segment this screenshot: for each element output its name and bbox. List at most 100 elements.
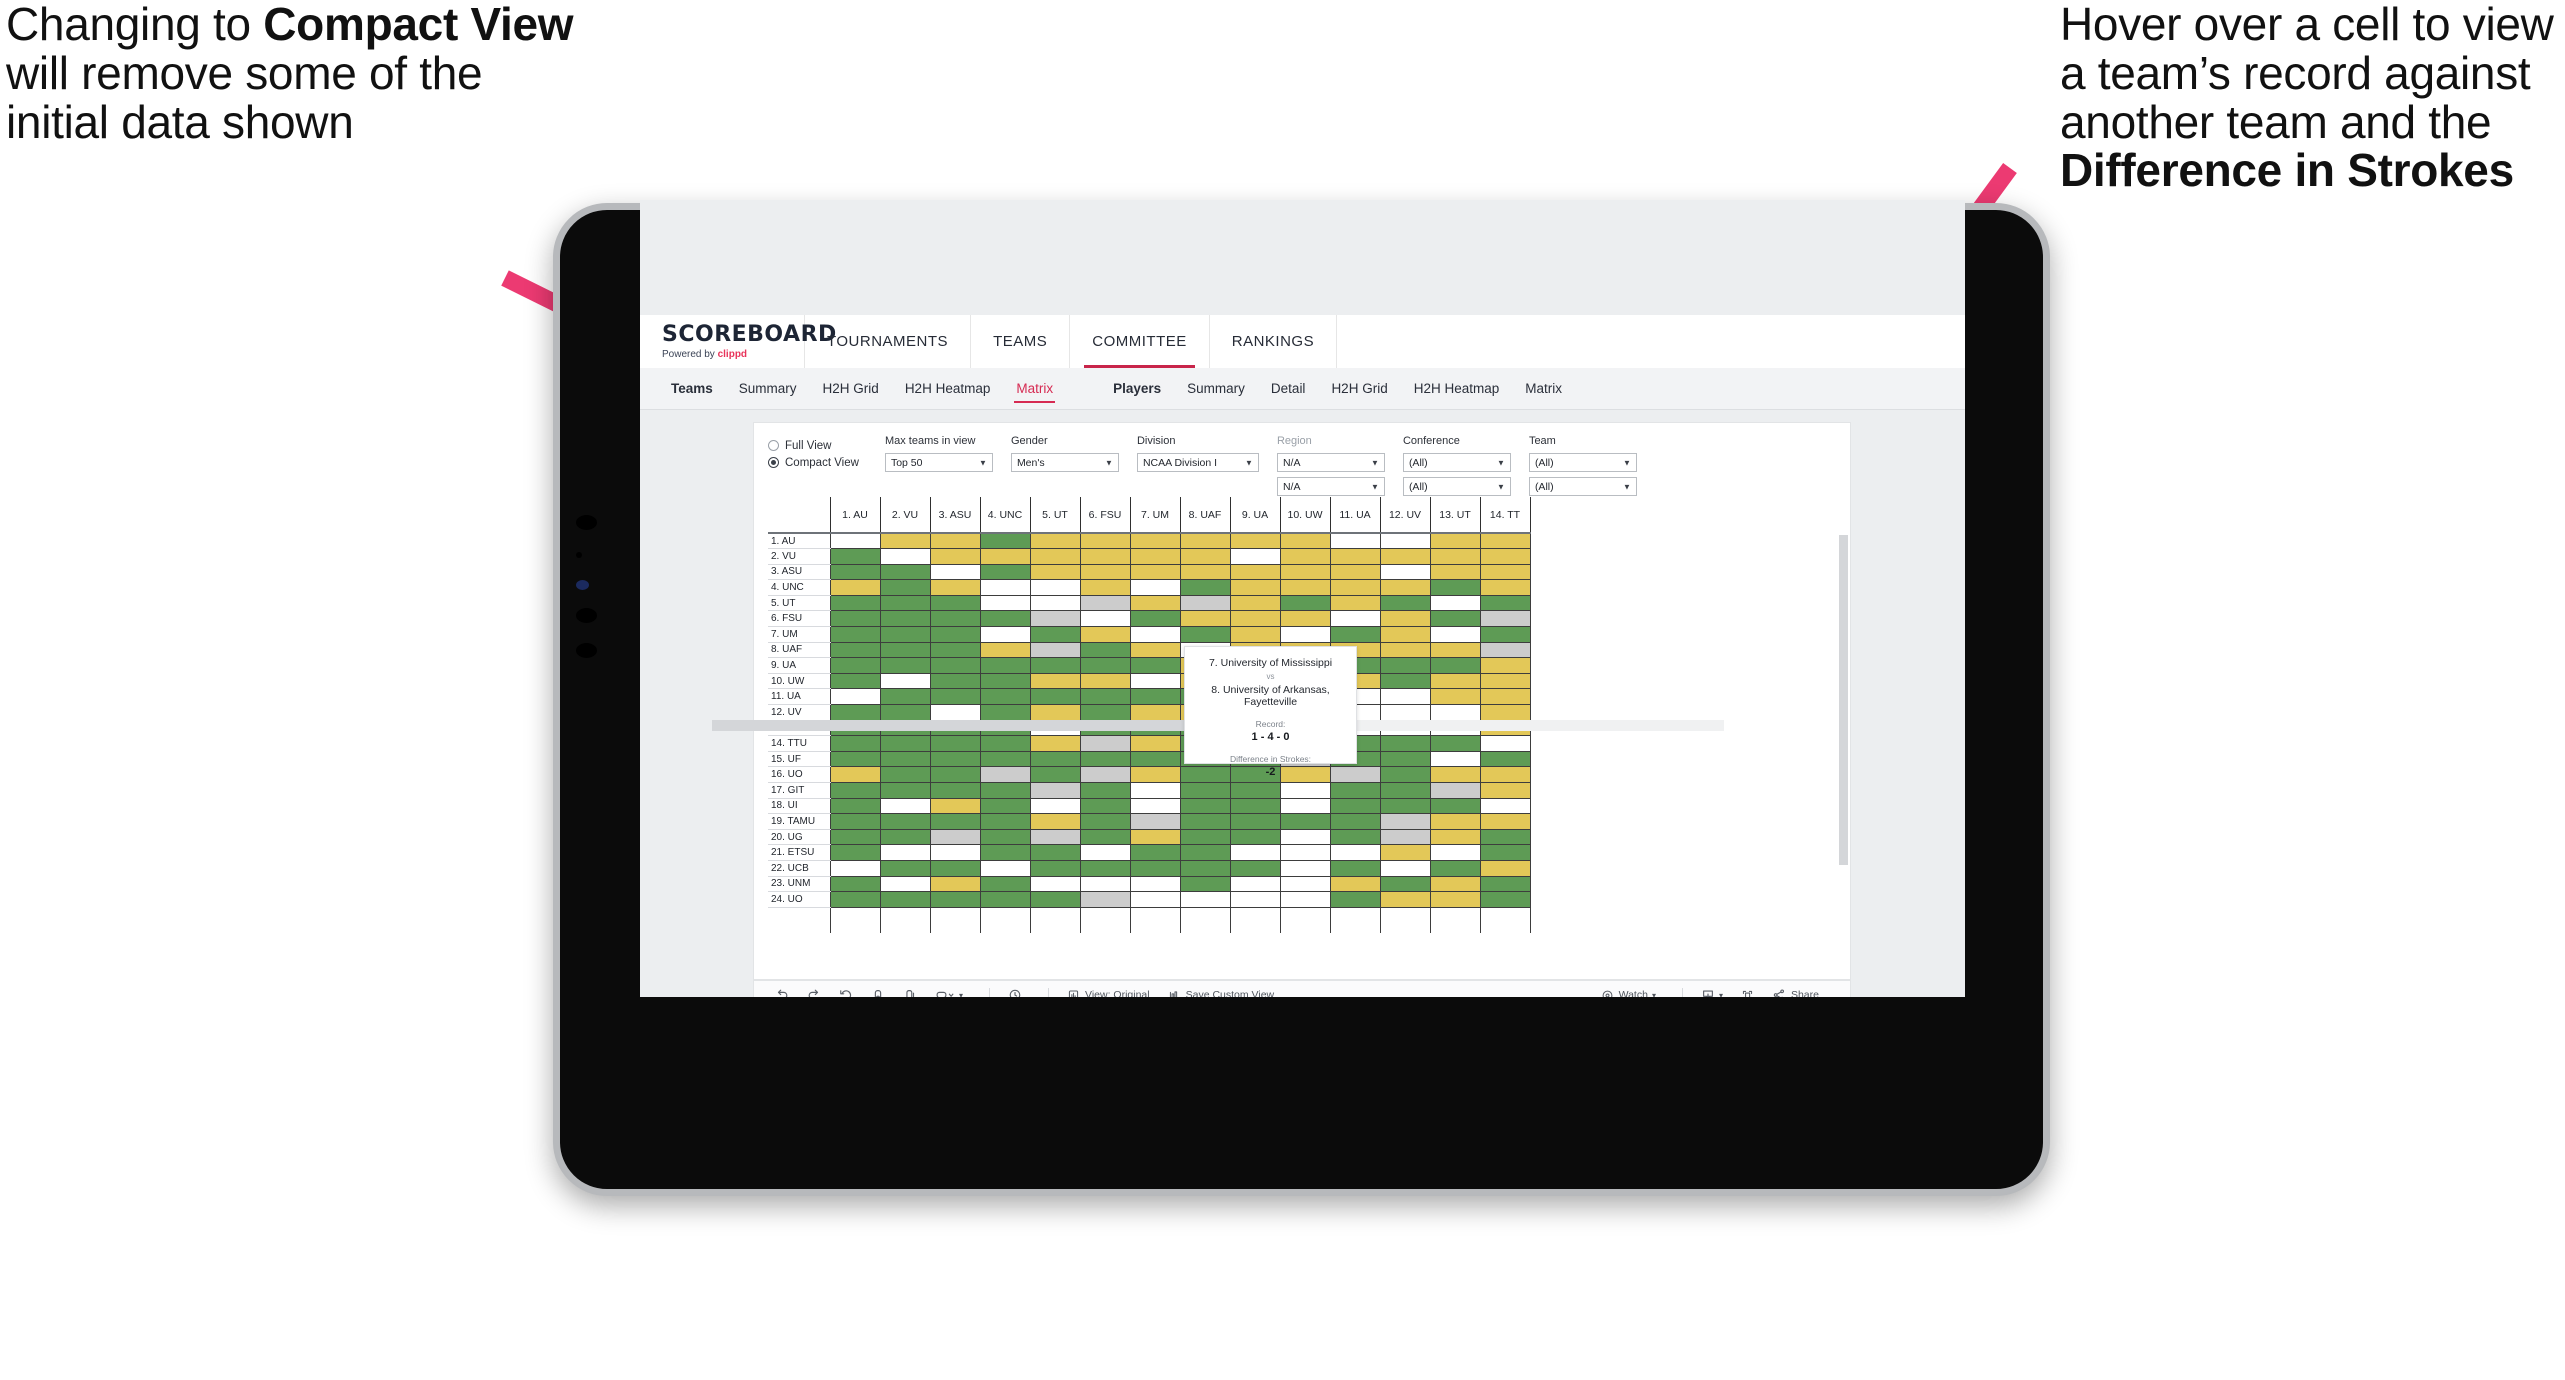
matrix-cell[interactable] xyxy=(1329,797,1381,815)
matrix-cell[interactable] xyxy=(1429,750,1481,768)
matrix-cell[interactable] xyxy=(1479,563,1531,581)
matrix-cell[interactable] xyxy=(829,875,881,893)
matrix-cell[interactable] xyxy=(829,626,881,643)
matrix-cell[interactable] xyxy=(1079,782,1131,799)
matrix-cell[interactable] xyxy=(929,688,981,706)
matrix-cell[interactable] xyxy=(929,563,981,581)
filter-select-max-teams-in-view[interactable]: Top 50 ▼ xyxy=(884,453,993,472)
matrix-cell[interactable] xyxy=(1079,828,1131,846)
matrix-cell[interactable] xyxy=(1279,782,1331,799)
matrix-cell[interactable] xyxy=(1079,626,1131,643)
matrix-cell[interactable] xyxy=(1179,875,1231,893)
matrix-cell[interactable] xyxy=(1029,672,1081,690)
matrix-cell[interactable] xyxy=(929,906,981,934)
matrix-cell[interactable] xyxy=(1429,626,1481,643)
matrix-cell[interactable] xyxy=(1129,766,1181,783)
matrix-cell[interactable] xyxy=(1379,594,1431,612)
matrix-cell[interactable] xyxy=(1479,891,1531,908)
matrix-cell[interactable] xyxy=(979,891,1031,908)
matrix-cell[interactable] xyxy=(929,657,981,674)
matrix-cell[interactable] xyxy=(929,859,981,877)
matrix-cell[interactable] xyxy=(1379,875,1431,893)
matrix-cell[interactable] xyxy=(1429,594,1481,612)
matrix-row-header[interactable]: 3. ASU xyxy=(768,564,830,581)
matrix-cell[interactable] xyxy=(829,828,881,846)
view-original-button[interactable]: View: Original xyxy=(1062,989,1150,997)
matrix-cell[interactable] xyxy=(1179,532,1231,550)
matrix-cell[interactable] xyxy=(879,813,931,830)
matrix-row-header[interactable]: 16. UO xyxy=(768,766,830,783)
matrix-cell[interactable] xyxy=(1079,906,1131,934)
matrix-col-header[interactable]: 10. UW xyxy=(1279,497,1331,533)
matrix-cell[interactable] xyxy=(1029,657,1081,674)
matrix-cell[interactable] xyxy=(1279,563,1331,581)
matrix-cell[interactable] xyxy=(979,735,1031,752)
matrix-cell[interactable] xyxy=(1229,906,1281,934)
matrix-row-header[interactable]: 10. UW xyxy=(768,673,830,690)
matrix-cell[interactable] xyxy=(979,532,1031,550)
matrix-cell[interactable] xyxy=(879,626,931,643)
matrix-row-header[interactable]: 2. VU xyxy=(768,548,830,565)
matrix-cell[interactable] xyxy=(1429,579,1481,596)
matrix-cell[interactable] xyxy=(1029,548,1081,565)
matrix-cell[interactable] xyxy=(1179,891,1231,908)
matrix-cell[interactable] xyxy=(1079,797,1131,815)
matrix-cell[interactable] xyxy=(1129,672,1181,690)
matrix-cell[interactable] xyxy=(1279,813,1331,830)
matrix-cell[interactable] xyxy=(1129,704,1181,721)
matrix-cell[interactable] xyxy=(1179,797,1231,815)
matrix-col-header[interactable]: 14. TT xyxy=(1479,497,1531,533)
matrix-cell[interactable] xyxy=(829,906,881,934)
matrix-cell[interactable] xyxy=(1179,548,1231,565)
matrix-cell[interactable] xyxy=(1229,797,1281,815)
matrix-cell[interactable] xyxy=(1429,563,1481,581)
revert-icon[interactable] xyxy=(834,988,853,997)
matrix-cell[interactable] xyxy=(1129,750,1181,768)
matrix-cell[interactable] xyxy=(1479,906,1531,934)
matrix-cell[interactable] xyxy=(1079,891,1131,908)
matrix-cell[interactable] xyxy=(879,657,931,674)
matrix-cell[interactable] xyxy=(879,906,931,934)
matrix-cell[interactable] xyxy=(1479,688,1531,706)
matrix-col-header[interactable]: 9. UA xyxy=(1229,497,1281,533)
matrix-col-header[interactable]: 12. UV xyxy=(1379,497,1431,533)
radio-full-view[interactable]: Full View xyxy=(768,437,859,454)
matrix-cell[interactable] xyxy=(979,875,1031,893)
matrix-row-header[interactable]: 24. UO xyxy=(768,891,830,908)
matrix-row-header[interactable]: 12. UV xyxy=(768,704,830,721)
matrix-cell[interactable] xyxy=(1129,782,1181,799)
matrix-cell[interactable] xyxy=(1279,594,1331,612)
matrix-cell[interactable] xyxy=(1279,828,1331,846)
matrix-cell[interactable] xyxy=(1229,579,1281,596)
matrix-cell[interactable] xyxy=(1179,782,1231,799)
matrix-cell[interactable] xyxy=(979,579,1031,596)
matrix-cell[interactable] xyxy=(879,579,931,596)
matrix-cell[interactable] xyxy=(1029,782,1081,799)
matrix-cell[interactable] xyxy=(1479,579,1531,596)
matrix-cell[interactable] xyxy=(1379,797,1431,815)
matrix-cell[interactable] xyxy=(1379,782,1431,799)
matrix-row-header[interactable]: 15. UF xyxy=(768,751,830,768)
matrix-cell[interactable] xyxy=(929,875,981,893)
matrix-col-header[interactable]: 3. ASU xyxy=(929,497,981,533)
matrix-cell[interactable] xyxy=(1329,548,1381,565)
matrix-cell[interactable] xyxy=(979,766,1031,783)
matrix-cell[interactable] xyxy=(1229,594,1281,612)
matrix-cell[interactable] xyxy=(1329,594,1381,612)
matrix-cell[interactable] xyxy=(1479,828,1531,846)
matrix-cell[interactable] xyxy=(979,750,1031,768)
matrix-cell[interactable] xyxy=(979,688,1031,706)
filter-select-region[interactable]: N/A ▼ xyxy=(1276,453,1385,472)
share-button[interactable]: Share xyxy=(1767,988,1819,997)
matrix-cell[interactable] xyxy=(1129,813,1181,830)
matrix-cell[interactable] xyxy=(1329,563,1381,581)
matrix-cell[interactable] xyxy=(1329,579,1381,596)
matrix-row-header[interactable]: 1. AU xyxy=(768,533,830,550)
matrix-cell[interactable] xyxy=(929,610,981,628)
matrix-cell[interactable] xyxy=(1429,657,1481,674)
matrix-cell[interactable] xyxy=(1329,875,1381,893)
teams-tab-matrix[interactable]: Matrix xyxy=(1003,368,1066,410)
matrix-cell[interactable] xyxy=(1229,548,1281,565)
matrix-cell[interactable] xyxy=(1079,563,1131,581)
matrix-cell[interactable] xyxy=(929,626,981,643)
